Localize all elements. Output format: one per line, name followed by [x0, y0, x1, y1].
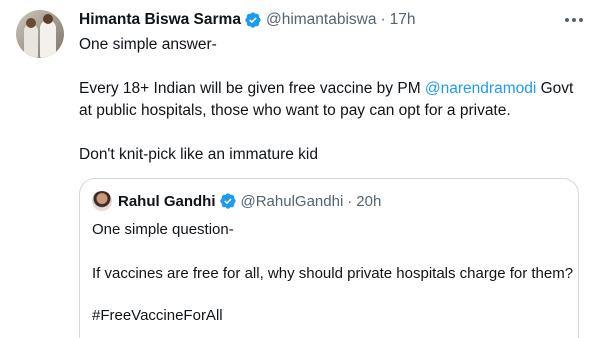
tweet-line-2-start: Every 18+ Indian will be given free vacc…: [79, 80, 425, 97]
quoted-author-handle[interactable]: @RahulGandhi: [241, 193, 344, 210]
more-dot: [579, 18, 583, 22]
tweet: Himanta Biswa Sarma @himantabiswa · 17h …: [0, 0, 600, 338]
avatar-figure-right: [40, 20, 56, 58]
more-dot: [572, 18, 576, 22]
quoted-tweet[interactable]: Rahul Gandhi @RahulGandhi · 20h One simp…: [79, 178, 579, 338]
verified-badge-icon: [245, 12, 261, 28]
quoted-tweet-header: Rahul Gandhi @RahulGandhi · 20h: [118, 190, 381, 212]
tweet-line-1: One simple answer-: [79, 36, 217, 53]
quoted-line-2: If vaccines are free for all, why should…: [92, 265, 574, 282]
tweet-header: Himanta Biswa Sarma @himantabiswa · 17h: [79, 9, 416, 31]
author-name[interactable]: Himanta Biswa Sarma: [79, 11, 241, 29]
mention-link[interactable]: @narendramodi: [425, 80, 536, 97]
quoted-line-1: One simple question-: [92, 221, 234, 238]
quoted-author-avatar[interactable]: [92, 191, 112, 211]
avatar-figure-left: [24, 24, 38, 58]
more-options-icon[interactable]: [562, 10, 586, 30]
author-avatar[interactable]: [16, 10, 64, 58]
author-handle[interactable]: @himantabiswa: [266, 11, 377, 29]
quoted-tweet-timestamp[interactable]: 20h: [356, 193, 381, 210]
header-separator: ·: [380, 11, 386, 28]
quoted-header-separator: ·: [347, 192, 353, 210]
quoted-line-3: #FreeVaccineForAll: [92, 307, 223, 324]
tweet-timestamp[interactable]: 17h: [390, 11, 416, 29]
tweet-line-3: Don't knit-pick like an immature kid: [79, 146, 318, 163]
avatar-head-left: [26, 18, 36, 28]
quoted-author-name[interactable]: Rahul Gandhi: [118, 193, 216, 210]
verified-badge-icon: [219, 193, 236, 209]
more-dot: [565, 18, 569, 22]
avatar-head-right: [43, 14, 53, 24]
tweet-line-2: Every 18+ Indian will be given free vacc…: [79, 78, 589, 122]
